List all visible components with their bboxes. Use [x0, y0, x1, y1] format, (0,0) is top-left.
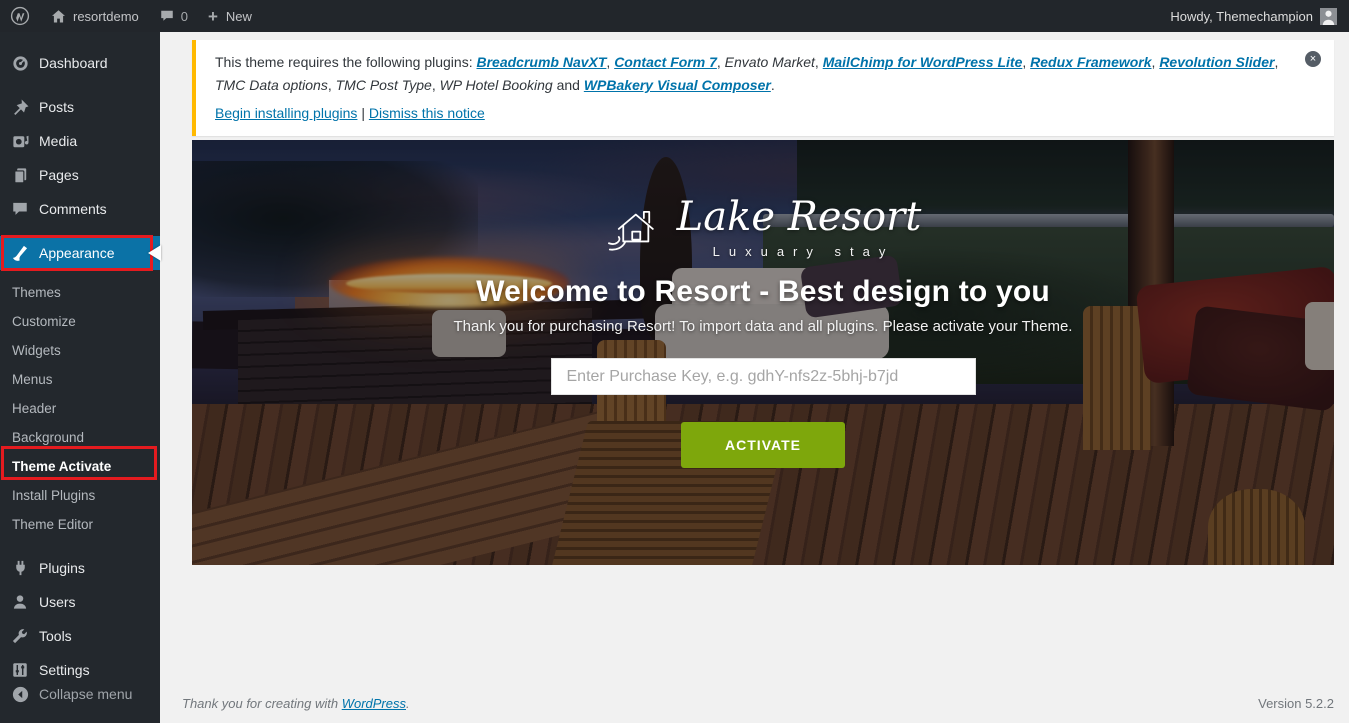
- wordpress-logo-icon: [10, 6, 30, 26]
- appearance-brush-icon: [10, 244, 30, 263]
- welcome-heading: Welcome to Resort - Best design to you: [476, 275, 1050, 309]
- appearance-submenu: Themes Customize Widgets Menus Header Ba…: [0, 270, 160, 549]
- sidebar-item-dashboard[interactable]: Dashboard: [0, 46, 160, 80]
- plugin-link[interactable]: MailChimp for WordPress Lite: [823, 54, 1023, 70]
- pages-icon: [10, 166, 30, 185]
- wordpress-logo-menu[interactable]: [0, 0, 40, 32]
- plugin-link[interactable]: WPBakery Visual Composer: [584, 77, 771, 93]
- plugins-required-notice: This theme requires the following plugin…: [192, 40, 1334, 136]
- collapse-arrow-icon: [10, 685, 30, 704]
- media-icon: [10, 132, 30, 151]
- admin-bar: resortdemo 0 + New Howdy, Themechampion: [0, 0, 1349, 32]
- sidebar-item-posts[interactable]: Posts: [0, 90, 160, 124]
- welcome-subheading: Thank you for purchasing Resort! To impo…: [454, 318, 1073, 335]
- plugin-link[interactable]: Breadcrumb NavXT: [476, 54, 606, 70]
- sidebar-item-appearance[interactable]: Appearance: [0, 236, 160, 270]
- sidebar-subitem-theme-activate[interactable]: Theme Activate: [0, 452, 160, 481]
- sidebar-item-tools[interactable]: Tools: [0, 619, 160, 653]
- admin-sidebar: Dashboard Posts Media Pages Comments App…: [0, 32, 160, 723]
- plugin-name: TMC Post Type: [336, 77, 432, 93]
- howdy-label: Howdy, Themechampion: [1170, 9, 1313, 24]
- sidebar-label: Users: [39, 594, 76, 610]
- plugin-link[interactable]: Redux Framework: [1030, 54, 1151, 70]
- sidebar-label: Comments: [39, 201, 107, 217]
- site-name-menu[interactable]: resortdemo: [40, 0, 149, 32]
- sidebar-item-plugins[interactable]: Plugins: [0, 551, 160, 585]
- logo-title: Lake Resort: [677, 196, 922, 238]
- new-label: New: [226, 9, 252, 24]
- plugin-name: Envato Market: [725, 54, 815, 70]
- purchase-key-input[interactable]: [551, 358, 976, 395]
- sidebar-subitem-theme-editor[interactable]: Theme Editor: [0, 510, 160, 539]
- dashboard-icon: [10, 54, 30, 73]
- sidebar-item-pages[interactable]: Pages: [0, 158, 160, 192]
- user-icon: [10, 593, 30, 611]
- home-icon: [50, 8, 67, 25]
- sidebar-label: Plugins: [39, 560, 85, 576]
- sidebar-subitem-themes[interactable]: Themes: [0, 278, 160, 307]
- menu-pointer-arrow: [148, 245, 161, 261]
- sidebar-subitem-menus[interactable]: Menus: [0, 365, 160, 394]
- notice-actions: Begin installing plugins | Dismiss this …: [215, 102, 1286, 125]
- plugin-icon: [10, 559, 30, 578]
- admin-footer: Thank you for creating with WordPress. V…: [160, 689, 1349, 723]
- sidebar-item-comments[interactable]: Comments: [0, 192, 160, 226]
- collapse-menu-button[interactable]: Collapse menu: [0, 677, 160, 711]
- sidebar-subitem-install-plugins[interactable]: Install Plugins: [0, 481, 160, 510]
- wrench-icon: [10, 627, 30, 645]
- account-menu[interactable]: Howdy, Themechampion: [1158, 0, 1349, 32]
- comments-icon: [10, 200, 30, 218]
- sidebar-label: Appearance: [39, 245, 115, 261]
- new-menu[interactable]: + New: [198, 0, 262, 32]
- sidebar-label: Tools: [39, 628, 72, 644]
- sidebar-subitem-background[interactable]: Background: [0, 423, 160, 452]
- sidebar-item-users[interactable]: Users: [0, 585, 160, 619]
- sidebar-subitem-header[interactable]: Header: [0, 394, 160, 423]
- house-logo-icon: [605, 202, 663, 254]
- sidebar-label: Collapse menu: [39, 686, 132, 702]
- sidebar-label: Dashboard: [39, 55, 108, 71]
- theme-logo: Lake Resort Luxuary stay: [605, 196, 922, 259]
- plugin-name: WP Hotel Booking: [440, 77, 553, 93]
- comments-menu[interactable]: 0: [149, 0, 198, 32]
- pushpin-icon: [10, 98, 30, 117]
- begin-installing-plugins-link[interactable]: Begin installing plugins: [215, 105, 357, 121]
- sidebar-label: Pages: [39, 167, 79, 183]
- dismiss-notice-link[interactable]: Dismiss this notice: [369, 105, 485, 121]
- dismiss-notice-icon[interactable]: ×: [1305, 51, 1321, 67]
- notice-intro: This theme requires the following plugin…: [215, 54, 476, 70]
- comment-count: 0: [181, 9, 188, 24]
- avatar: [1320, 8, 1337, 25]
- sidebar-subitem-widgets[interactable]: Widgets: [0, 336, 160, 365]
- sidebar-label: Posts: [39, 99, 74, 115]
- site-name-label: resortdemo: [73, 9, 139, 24]
- activate-button[interactable]: ACTIVATE: [681, 422, 845, 468]
- main-content: This theme requires the following plugin…: [160, 32, 1349, 723]
- version-label: Version 5.2.2: [1258, 696, 1334, 711]
- sidebar-item-media[interactable]: Media: [0, 124, 160, 158]
- footer-thanks: Thank you for creating with WordPress.: [182, 696, 410, 711]
- plugin-name: TMC Data options: [215, 77, 328, 93]
- plugin-link[interactable]: Revolution Slider: [1159, 54, 1274, 70]
- sidebar-label: Media: [39, 133, 77, 149]
- sidebar-subitem-customize[interactable]: Customize: [0, 307, 160, 336]
- sidebar-label: Settings: [39, 662, 90, 678]
- logo-subtitle: Luxuary stay: [677, 244, 922, 259]
- plus-icon: +: [208, 8, 218, 25]
- plugin-link[interactable]: Contact Form 7: [614, 54, 717, 70]
- comment-bubble-icon: [159, 8, 175, 24]
- hero-content: Lake Resort Luxuary stay Welcome to Reso…: [192, 140, 1334, 565]
- theme-activate-hero: Lake Resort Luxuary stay Welcome to Reso…: [192, 140, 1334, 565]
- wordpress-link[interactable]: WordPress: [342, 696, 406, 711]
